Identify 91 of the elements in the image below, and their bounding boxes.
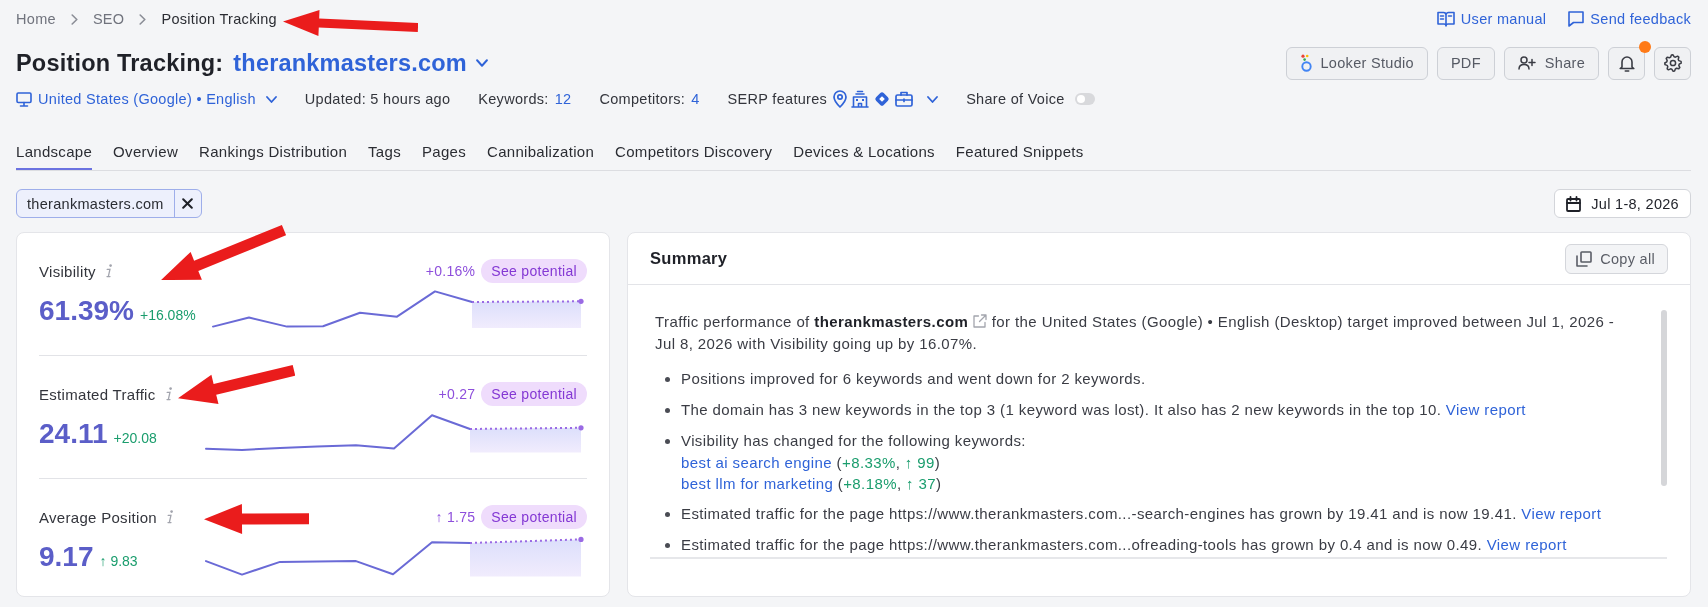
summary-item: Visibility has changed for the following keywords: xyxy=(681,431,1026,451)
metric-value: 24.11 xyxy=(39,418,108,450)
map-pin-icon xyxy=(833,90,848,108)
breadcrumb-link[interactable]: Home xyxy=(16,11,56,27)
message-icon xyxy=(1568,11,1585,27)
info-icon[interactable] xyxy=(105,264,112,278)
keywords-label: Keywords: xyxy=(478,91,549,107)
share-button[interactable]: Share xyxy=(1503,46,1599,80)
tab[interactable]: Pages xyxy=(421,142,466,170)
calendar-icon xyxy=(1566,195,1582,212)
metric-change: +20.08 xyxy=(113,430,157,446)
summary-intro: Traffic performance of therankmasters.com for the United States (Google) • English (Desktop) target improved between Jul 1, 2026 - Jul 8, 2026 with Visibility going up by 16.07%. xyxy=(655,312,1616,354)
date-range-button[interactable]: Jul 1-8, 2026 xyxy=(1554,189,1691,218)
settings-button[interactable] xyxy=(1654,46,1691,80)
tab[interactable]: Cannibalization xyxy=(487,142,595,170)
chevron-down-icon xyxy=(265,95,277,103)
info-icon[interactable] xyxy=(166,510,173,524)
potential-change: +0.27 xyxy=(438,386,476,402)
metric-value: 9.17 xyxy=(39,541,94,573)
tab[interactable]: Rankings Distribution xyxy=(199,142,348,170)
info-icon[interactable] xyxy=(165,387,172,401)
bullet-icon xyxy=(665,439,670,444)
potential-change: ↑ 1.75 xyxy=(435,509,476,525)
bell-icon xyxy=(1618,54,1635,72)
view-report-link[interactable]: View report xyxy=(1486,536,1567,553)
user-manual-link[interactable]: User manual xyxy=(1436,11,1547,27)
serp-features-dropdown[interactable]: SERP features xyxy=(727,90,939,108)
chevron-right-icon xyxy=(139,13,147,25)
logo-icon xyxy=(1299,54,1312,72)
feedback-link[interactable]: Send feedback xyxy=(1568,11,1691,27)
chevron-down-icon xyxy=(927,95,939,103)
external-link-icon xyxy=(973,314,988,328)
competitors-label: Competitors: xyxy=(599,91,686,107)
user-plus-icon xyxy=(1517,56,1536,70)
bullet-icon xyxy=(665,408,670,413)
bullet-icon xyxy=(665,377,670,382)
share-of-voice-toggle[interactable] xyxy=(1074,93,1095,105)
studio-button[interactable]: Looker Studio xyxy=(1285,46,1428,80)
pdf-button[interactable]: PDF xyxy=(1436,46,1495,80)
metric-label: Estimated Traffic xyxy=(39,385,156,403)
keyword-change: best llm for marketing (+8.18%, ↑ 37) xyxy=(681,474,943,494)
summary-title: Summary xyxy=(650,249,728,268)
location-dropdown[interactable]: United States (Google) • English xyxy=(16,91,277,107)
breadcrumb-current: Position Tracking xyxy=(161,11,277,27)
update-status: Updated: 5 hours ago xyxy=(304,91,451,107)
page-title: Position Tracking: xyxy=(16,49,224,77)
metric-value: 61.39% xyxy=(39,295,134,327)
building-icon xyxy=(851,90,870,108)
settings-icon xyxy=(1663,54,1682,72)
chevron-down-icon xyxy=(475,59,488,67)
tab[interactable]: Competitors Discovery xyxy=(615,142,773,170)
briefcase-icon xyxy=(895,91,914,107)
tab[interactable]: Overview xyxy=(113,142,179,170)
tab[interactable]: Featured Snippets xyxy=(955,142,1084,170)
metric-label: Average Position xyxy=(39,508,157,526)
metric-change: ↑ 9.83 xyxy=(99,553,138,569)
summary-item: Positions improved for 6 keywords and went down for 2 keywords. xyxy=(681,369,1146,389)
scrollbar-thumb[interactable] xyxy=(1661,310,1667,486)
bullet-icon xyxy=(665,543,670,548)
bullet-icon xyxy=(665,512,670,517)
share-of-voice-label: Share of Voice xyxy=(966,91,1065,107)
competitors-count-link[interactable]: 4 xyxy=(691,91,700,107)
monitor-icon xyxy=(16,91,32,107)
view-report-link[interactable]: View report xyxy=(1521,505,1602,522)
domain-link[interactable]: therankmasters.com xyxy=(814,313,988,330)
keyword-change: best ai search engine (+8.33%, ↑ 99) xyxy=(681,453,942,473)
copy-all-button[interactable]: Copy all xyxy=(1565,243,1668,274)
view-report-link[interactable]: View report xyxy=(1445,401,1526,418)
keyword-link[interactable]: best llm for marketing xyxy=(681,475,834,492)
copy-icon xyxy=(1576,250,1593,267)
notifications-button[interactable] xyxy=(1608,46,1645,80)
see-potential-button[interactable]: See potential xyxy=(481,505,587,529)
potential-change: +0.16% xyxy=(425,263,476,279)
see-potential-button[interactable]: See potential xyxy=(481,259,587,283)
close-icon xyxy=(182,198,194,209)
summary-item: Estimated traffic for the page https://www.therankmasters.com...ofreading-tools has grown by 0.4 and is now 0.49. View report xyxy=(681,535,1567,555)
keywords-count-link[interactable]: 12 xyxy=(554,91,572,107)
metric-change: +16.08% xyxy=(139,307,196,323)
project-dropdown[interactable]: therankmasters.com xyxy=(233,49,488,77)
tab[interactable]: Landscape xyxy=(16,142,93,170)
summary-item: The domain has 3 new keywords in the top 3 (1 keyword was lost). It also has 2 new keywords in the top 10. View report xyxy=(681,400,1526,420)
tab[interactable]: Tags xyxy=(368,142,401,170)
summary-item: Estimated traffic for the page https://www.therankmasters.com...-search-engines has grown by 19.41 and is now 19.41. View report xyxy=(681,504,1602,524)
chip-label: therankmasters.com xyxy=(26,194,165,214)
metric-label: Visibility xyxy=(39,262,96,280)
book-icon xyxy=(1436,11,1455,27)
tab[interactable]: Devices & Locations xyxy=(793,142,935,170)
keyword-link[interactable]: best ai search engine xyxy=(681,454,832,471)
chevron-right-icon xyxy=(70,13,78,25)
see-potential-button[interactable]: See potential xyxy=(481,382,587,406)
breadcrumb-link[interactable]: SEO xyxy=(92,11,125,27)
